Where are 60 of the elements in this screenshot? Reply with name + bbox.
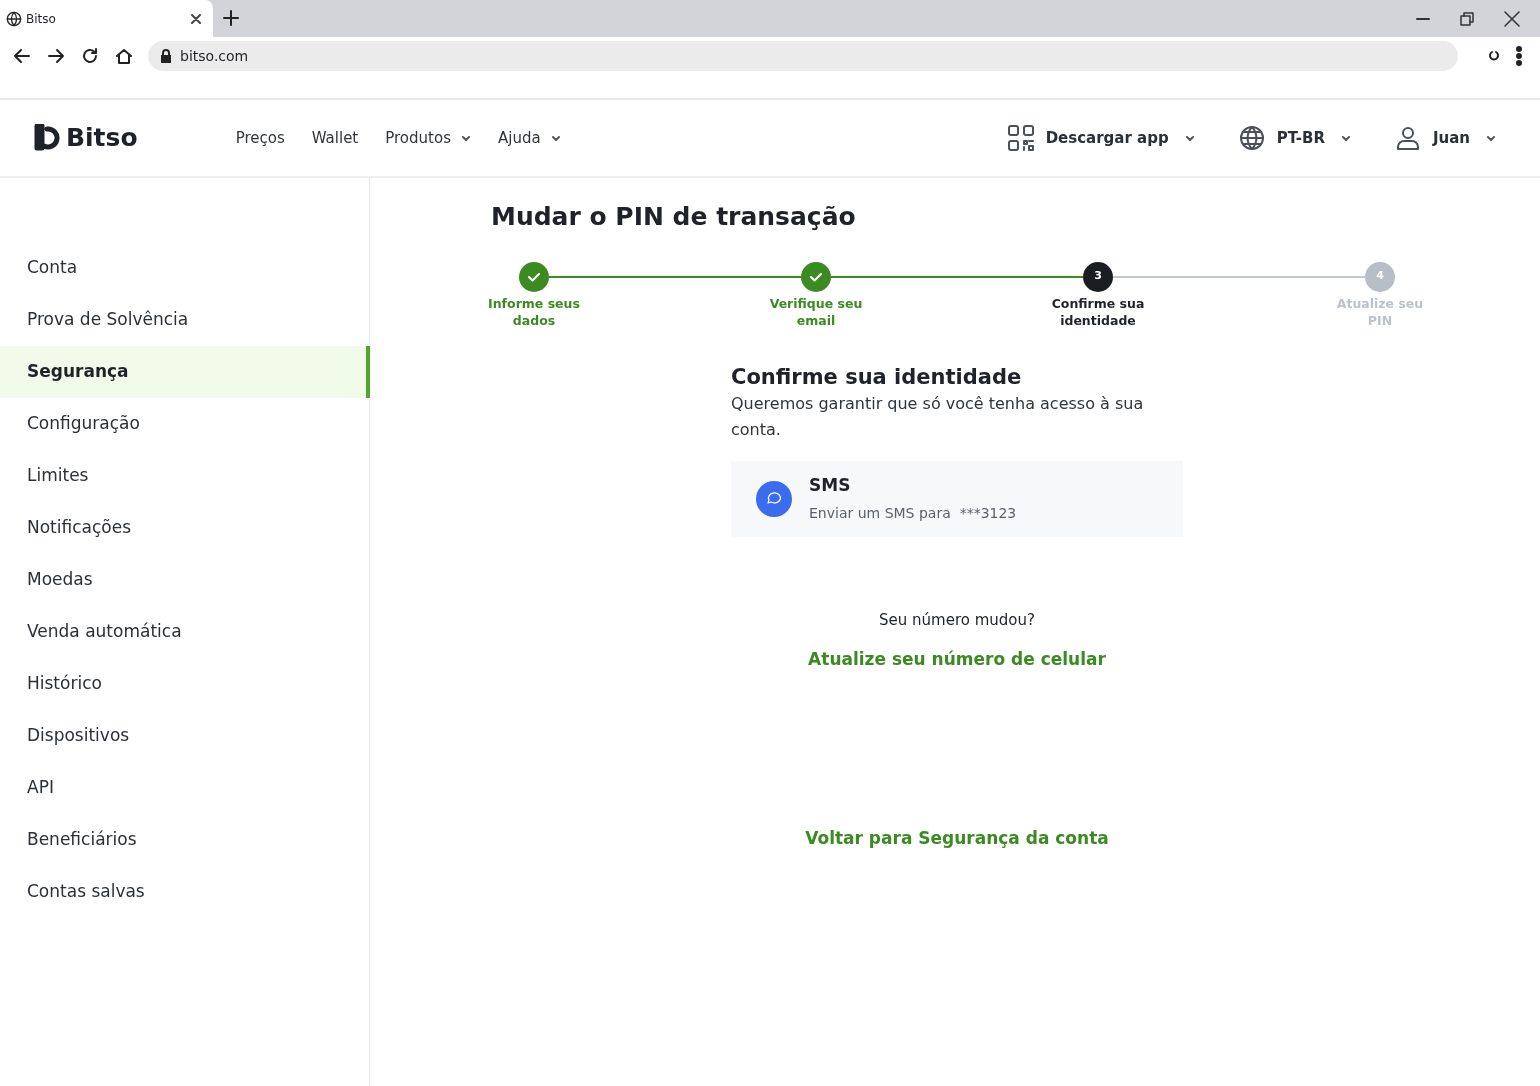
header-menu-button[interactable]: Descargar app: [1007, 125, 1195, 151]
forward-arrow-icon[interactable]: [46, 46, 66, 66]
more-options-icon[interactable]: [1516, 46, 1522, 66]
nav-link[interactable]: Preços: [235, 126, 285, 150]
nav-link[interactable]: Wallet: [311, 126, 359, 150]
question-text: Seu número mudou?: [878, 609, 1036, 631]
logo-mark-icon: [34, 124, 60, 152]
tab-title: Bitso: [26, 10, 57, 28]
update-number-link[interactable]: Atualize seu número de celular: [808, 647, 1106, 673]
sms-option-card[interactable]: SMS Enviar um SMS para ***3123: [731, 460, 1183, 537]
lock-icon: [160, 49, 172, 63]
user-icon: [1394, 125, 1421, 151]
sidebar-item[interactable]: Configuração: [0, 398, 369, 450]
address-bar[interactable]: bitso.com: [148, 41, 1458, 71]
step-label: Confirme sua identidade: [1050, 294, 1146, 329]
plus-icon[interactable]: [223, 10, 239, 26]
logo-text: Bitso: [66, 122, 138, 155]
sidebar-item[interactable]: Venda automática: [0, 606, 369, 658]
restore-icon[interactable]: [1460, 11, 1474, 26]
qr-code-icon: [1007, 125, 1034, 151]
option-subtitle: Enviar um SMS para ***3123: [809, 503, 1017, 523]
bitso-logo[interactable]: Bitso: [34, 119, 138, 157]
step-label: Verifique seu email: [768, 294, 864, 329]
header-menu-button[interactable]: Juan: [1394, 125, 1496, 151]
close-icon[interactable]: [1504, 10, 1520, 27]
page-title: Mudar o PIN de transação: [491, 201, 857, 233]
section-description: Queremos garantir que só você tenha acesso à sua conta.: [731, 392, 1145, 441]
caret-icon: [1486, 133, 1496, 143]
home-icon[interactable]: [114, 46, 134, 66]
sidebar-item[interactable]: Moedas: [0, 554, 369, 606]
sidebar-item[interactable]: API: [0, 762, 369, 814]
browser-tab[interactable]: Bitso: [0, 0, 213, 37]
back-link[interactable]: Voltar para Segurança da conta: [805, 825, 1109, 851]
globe-icon: [6, 10, 22, 27]
sidebar-item[interactable]: Beneficiários: [0, 814, 369, 866]
step-label: Atualize seu PIN: [1335, 294, 1425, 329]
nav-link[interactable]: Produtos: [385, 126, 471, 150]
sidebar-item[interactable]: Contas salvas: [0, 866, 369, 918]
section-title: Confirme sua identidade: [731, 363, 1023, 391]
reload-icon[interactable]: [80, 46, 100, 66]
sidebar-item[interactable]: Prova de Solvência: [0, 294, 369, 346]
back-arrow-icon[interactable]: [12, 46, 32, 66]
sidebar-item[interactable]: Segurança: [0, 346, 370, 398]
sidebar-item[interactable]: Limites: [0, 450, 369, 502]
sidebar-item[interactable]: Conta: [0, 242, 369, 294]
url-text: bitso.com: [180, 46, 249, 66]
caret-icon: [1184, 133, 1195, 143]
sidebar-item[interactable]: Dispositivos: [0, 710, 369, 762]
close-icon[interactable]: [191, 13, 201, 24]
globe-icon: [1238, 125, 1265, 151]
sidebar-item[interactable]: Notificações: [0, 502, 369, 554]
step-number: 3: [1083, 261, 1113, 292]
sidebar-item[interactable]: Histórico: [0, 658, 369, 710]
step-number: 4: [1365, 261, 1395, 292]
nav-link[interactable]: Ajuda: [497, 126, 561, 150]
step-label: Informe seus dados: [487, 294, 581, 329]
caret-icon: [1340, 133, 1351, 143]
chat-bubble-icon: [756, 480, 792, 517]
header-menu-button[interactable]: PT-BR: [1238, 125, 1351, 151]
option-title: SMS: [809, 474, 852, 498]
